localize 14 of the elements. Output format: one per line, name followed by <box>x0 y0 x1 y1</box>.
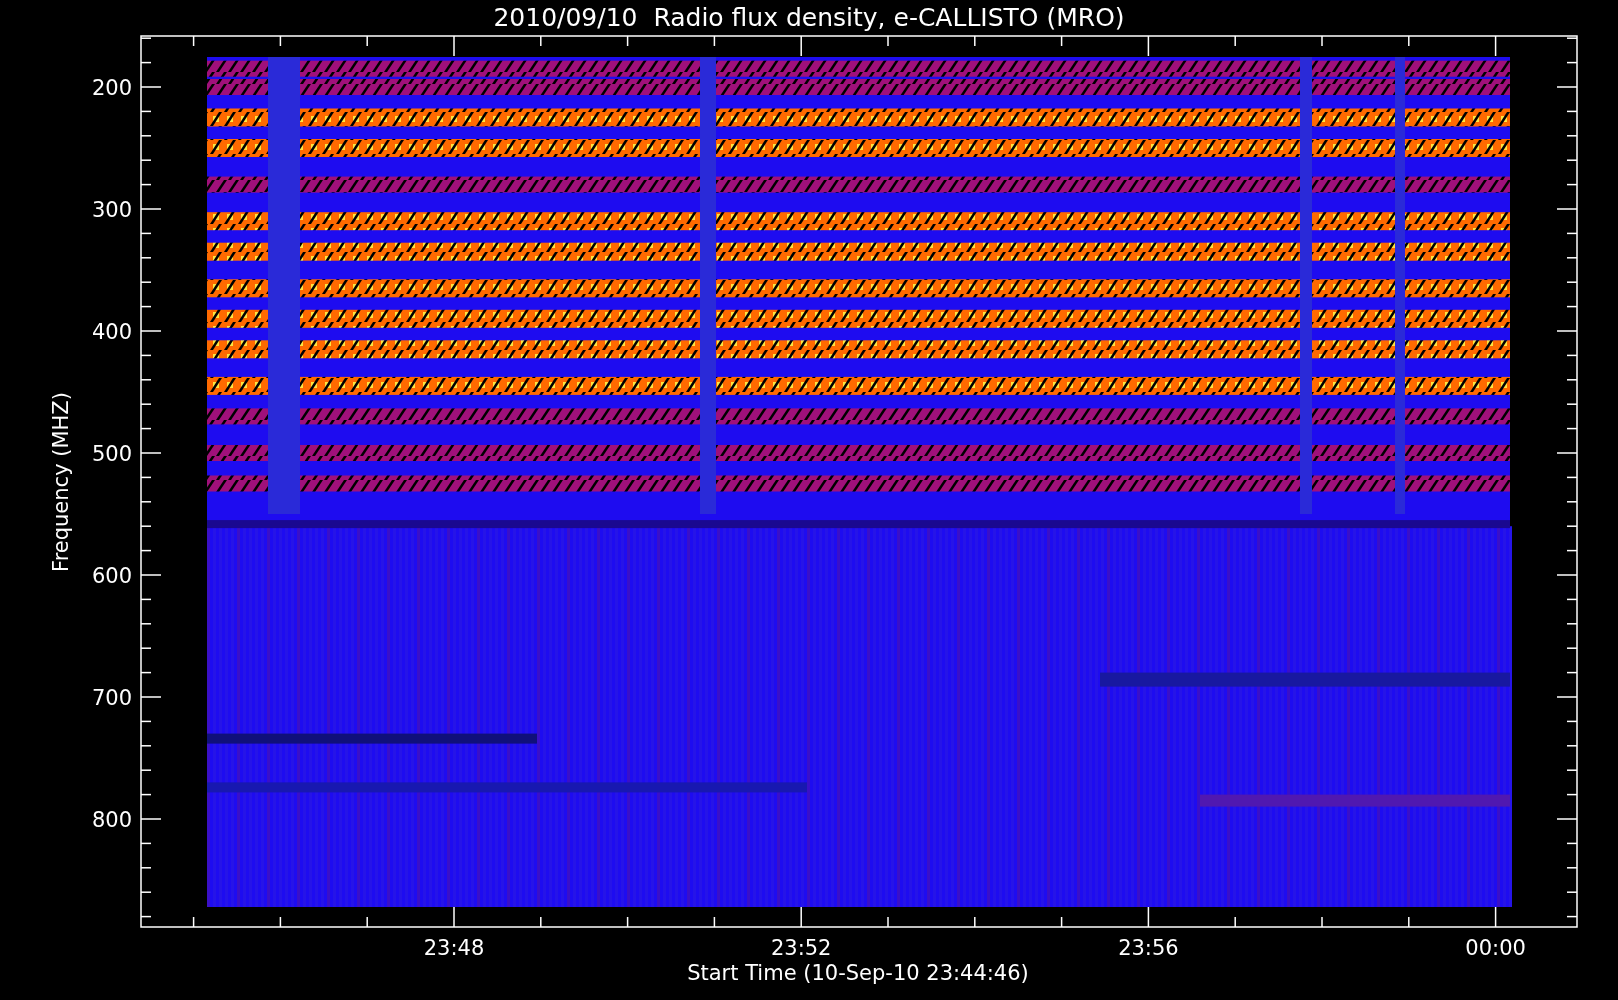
tick-label: 300 <box>91 198 132 222</box>
tick-label: 200 <box>91 76 132 100</box>
tick-label: 500 <box>91 442 132 466</box>
tick-label: 600 <box>91 564 132 588</box>
tick-label: 23:56 <box>1118 936 1179 960</box>
chart-title: 2010/09/10 Radio flux density, e-CALLISTO (MRO) <box>493 3 1125 32</box>
tick-label: 400 <box>91 320 132 344</box>
tick-label: 23:48 <box>423 936 485 960</box>
axis-label: Start Time (10-Sep-10 23:44:46) <box>687 961 1029 985</box>
tick-label: 23:52 <box>770 936 832 960</box>
tick-label: 800 <box>91 808 132 832</box>
tick-label: 700 <box>91 686 132 710</box>
axis-label: Frequency (MHZ) <box>49 392 73 572</box>
tick-label: 00:00 <box>1465 936 1526 960</box>
